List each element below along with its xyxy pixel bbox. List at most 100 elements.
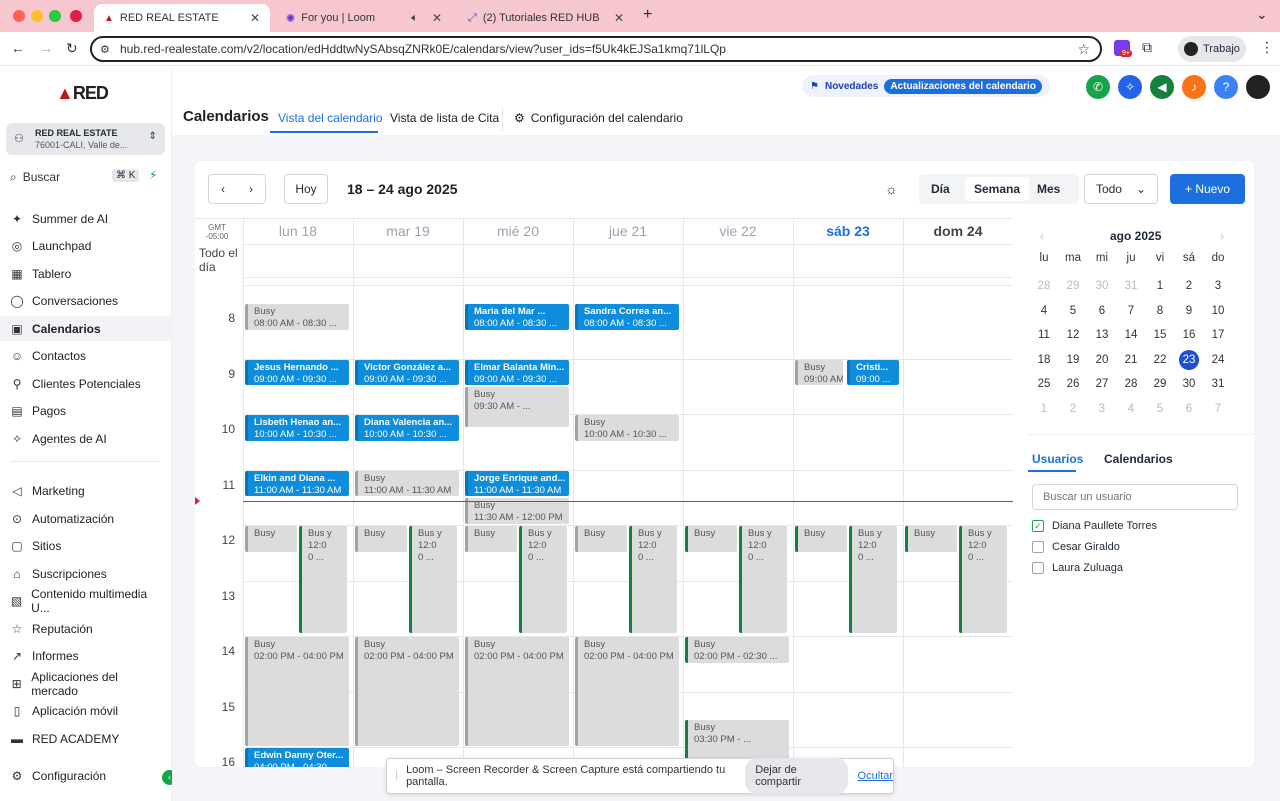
- mini-day[interactable]: 31: [1121, 276, 1141, 296]
- minimize-window-dot[interactable]: [31, 10, 43, 22]
- calendar-event[interactable]: Bus y 12:0 0 ...: [959, 526, 1007, 633]
- mini-day[interactable]: 9: [1179, 301, 1199, 321]
- calendar-event[interactable]: Busy 02:00 PM - 04:00 PM: [575, 637, 679, 746]
- calendar-event[interactable]: Diana Valencia an... 10:00 AM - 10:30 ...: [355, 415, 459, 441]
- mini-day[interactable]: 29: [1063, 276, 1083, 296]
- sidebar-item-sitios[interactable]: ▢ Sitios: [10, 536, 160, 556]
- mini-day[interactable]: 4: [1121, 399, 1141, 419]
- calendar-event[interactable]: Sandra Correa an... 08:00 AM - 08:30 ...: [575, 304, 679, 330]
- mini-day[interactable]: 22: [1150, 350, 1170, 370]
- user-filter-item[interactable]: Laura Zuluaga: [1032, 562, 1123, 574]
- calendar-event[interactable]: Elkin and Diana ... 11:00 AM - 11:30 AM: [245, 470, 349, 497]
- user-filter-item[interactable]: ✓ Diana Paullete Torres: [1032, 520, 1157, 532]
- calendar-event[interactable]: Bus y 12:0 0 ...: [409, 526, 457, 633]
- tab-usuarios[interactable]: Usuarios: [1032, 452, 1083, 466]
- view-day[interactable]: Día: [931, 182, 950, 196]
- browser-tab-loom[interactable]: ✺ For you | Loom 🔈︎ ✕: [276, 4, 452, 32]
- bookmark-star-icon[interactable]: ☆: [1077, 41, 1090, 58]
- mini-day[interactable]: 3: [1208, 276, 1228, 296]
- sidebar-item-clientes[interactable]: ⚲ Clientes Potenciales: [10, 374, 160, 394]
- calendar-event[interactable]: Busy 03:30 PM - ...: [685, 720, 789, 760]
- browser-tab-tutoriales[interactable]: ⤢ (2) Tutoriales RED HUB ✕: [458, 4, 634, 32]
- account-switcher[interactable]: ⚇ RED REAL ESTATE 76001-CALI, Valle de..…: [6, 123, 165, 155]
- calendar-event[interactable]: Busy 08:00 AM - 08:30 ...: [245, 304, 349, 330]
- calendar-event[interactable]: Busy 02:00 PM - 04:00 PM: [245, 637, 349, 746]
- mini-prev-icon[interactable]: ‹: [1040, 229, 1044, 243]
- calendar-event[interactable]: Cristi... 09:00 ...: [847, 359, 899, 386]
- mini-day[interactable]: 5: [1150, 399, 1170, 419]
- calendar-event[interactable]: Lisbeth Henao an... 10:00 AM - 10:30 ...: [245, 415, 349, 441]
- sidebar-search[interactable]: ⌕ Buscar: [10, 170, 60, 185]
- mini-day[interactable]: 28: [1034, 276, 1054, 296]
- mini-next-icon[interactable]: ›: [1220, 229, 1224, 243]
- reload-icon[interactable]: ↻: [66, 40, 78, 57]
- day-header[interactable]: dom 24: [903, 223, 1013, 245]
- day-header[interactable]: mar 19: [353, 223, 463, 245]
- tab-vista-lista[interactable]: Vista de lista de Cita: [390, 111, 499, 125]
- drag-handle-icon[interactable]: ⁞: [395, 770, 398, 782]
- announcement-icon[interactable]: ◀: [1150, 75, 1174, 99]
- mini-day[interactable]: 7: [1121, 301, 1141, 321]
- hide-toast-link[interactable]: Ocultar: [858, 770, 893, 782]
- day-header[interactable]: mié 20: [463, 223, 573, 245]
- sidebar-item-contenido[interactable]: ▧ Contenido multimedia U...: [10, 587, 160, 615]
- mini-day[interactable]: 30: [1092, 276, 1112, 296]
- phone-icon[interactable]: ✆: [1086, 75, 1110, 99]
- calendar-event[interactable]: Busy 02:00 PM - 04:00 PM: [355, 637, 459, 746]
- user-checkbox[interactable]: ✓: [1032, 520, 1044, 532]
- mini-day[interactable]: 10: [1208, 301, 1228, 321]
- sidebar-item-contactos[interactable]: ☺ Contactos: [10, 346, 160, 366]
- calendar-event[interactable]: Busy 02:00 PM - 04:00 PM: [465, 637, 569, 746]
- mini-day[interactable]: 1: [1034, 399, 1054, 419]
- mini-day[interactable]: 11: [1034, 325, 1054, 345]
- calendar-event[interactable]: Busy: [355, 526, 407, 552]
- sidebar-item-suscripciones[interactable]: ⌂ Suscripciones: [10, 564, 160, 584]
- extensions-puzzle-icon[interactable]: ⧉: [1142, 39, 1152, 56]
- browser-tab-red[interactable]: ▲ RED REAL ESTATE ✕: [94, 4, 270, 32]
- mini-day[interactable]: 27: [1092, 374, 1112, 394]
- calendar-event[interactable]: Busy: [795, 526, 847, 552]
- sidebar-item-configuracion[interactable]: ⚙ Configuración: [10, 766, 160, 786]
- site-info-icon[interactable]: ⚙: [100, 43, 110, 56]
- tab-list-icon[interactable]: ⌄: [1256, 6, 1268, 23]
- user-filter-item[interactable]: Cesar Giraldo: [1032, 541, 1120, 553]
- sidebar-item-automatizacion[interactable]: ⊙ Automatización: [10, 509, 160, 529]
- bolt-icon[interactable]: ⚡︎: [149, 168, 157, 182]
- mini-day[interactable]: 29: [1150, 374, 1170, 394]
- calendar-event[interactable]: Busy: [575, 526, 627, 552]
- today-button[interactable]: Hoy: [284, 174, 328, 204]
- sidebar-item-aplicaciones[interactable]: ⊞ Aplicaciones del mercado: [10, 670, 160, 698]
- user-search-input[interactable]: [1032, 484, 1238, 510]
- mini-day[interactable]: 18: [1034, 350, 1054, 370]
- user-checkbox[interactable]: [1032, 541, 1044, 553]
- close-window-dot[interactable]: [13, 10, 25, 22]
- calendar-event[interactable]: Bus y 12:0 0 ...: [849, 526, 897, 633]
- mini-day[interactable]: 23: [1179, 349, 1199, 370]
- mini-day[interactable]: 14: [1121, 325, 1141, 345]
- mini-day[interactable]: 8: [1150, 301, 1170, 321]
- sidebar-item-tablero[interactable]: ▦ Tablero: [10, 264, 160, 284]
- user-checkbox[interactable]: [1032, 562, 1044, 574]
- new-tab-icon[interactable]: +: [643, 6, 652, 24]
- mini-day[interactable]: 2: [1063, 399, 1083, 419]
- maximize-window-dot[interactable]: [49, 10, 61, 22]
- mini-day[interactable]: 3: [1092, 399, 1112, 419]
- sidebar-item-reputacion[interactable]: ☆ Reputación: [10, 619, 160, 639]
- close-tab-icon[interactable]: ✕: [250, 11, 260, 25]
- mini-day[interactable]: 31: [1208, 374, 1228, 394]
- sidebar-item-agentes[interactable]: ✧ Agentes de AI: [10, 429, 160, 449]
- tab-calendarios[interactable]: Calendarios: [1104, 452, 1173, 466]
- mini-day[interactable]: 15: [1150, 325, 1170, 345]
- tab-vista-calendario[interactable]: Vista del calendario: [278, 111, 383, 125]
- mini-day[interactable]: 7: [1208, 399, 1228, 419]
- calendar-event[interactable]: Edwin Danny Oter...04:00 PM - 04:30 ...: [245, 748, 349, 767]
- calendar-event[interactable]: Busy 09:30 AM - ...: [465, 387, 569, 427]
- sidebar-item-calendarios[interactable]: ▣ Calendarios: [0, 316, 171, 341]
- day-header[interactable]: lun 18: [243, 223, 353, 245]
- mini-day[interactable]: 4: [1034, 301, 1054, 321]
- view-month[interactable]: Mes: [1037, 182, 1060, 196]
- calendar-event[interactable]: Victor González a... 09:00 AM - 09:30 ...: [355, 359, 459, 386]
- mini-day[interactable]: 24: [1208, 350, 1228, 370]
- calendar-event[interactable]: Busy 11:00 AM - 11:30 AM: [355, 470, 459, 497]
- bell-icon[interactable]: ♪: [1182, 75, 1206, 99]
